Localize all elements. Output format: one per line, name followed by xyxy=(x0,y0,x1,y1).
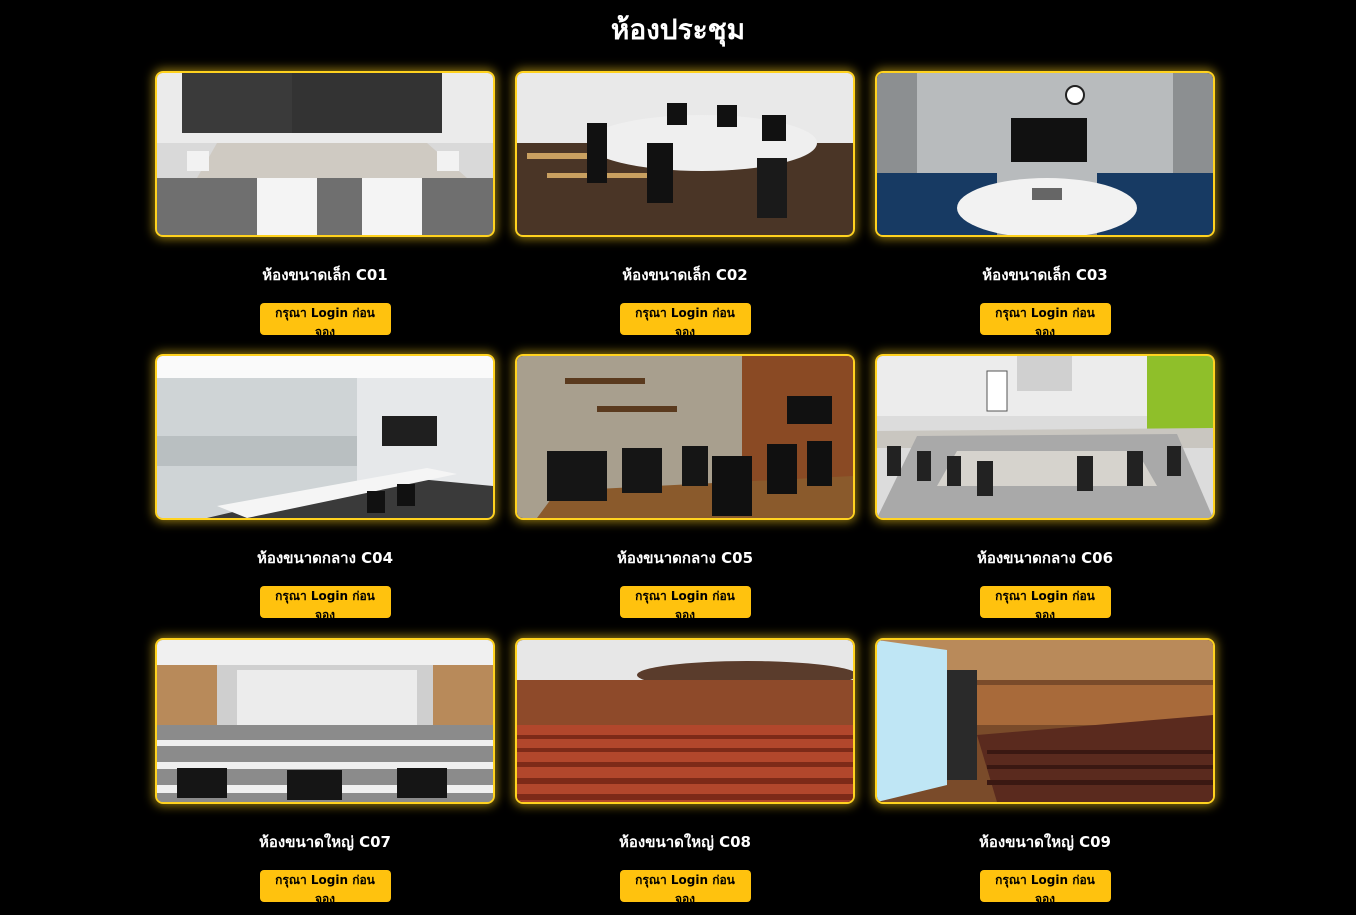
page-title: ห้องประชุม xyxy=(610,13,746,46)
room-card: ห้องขนาดใหญ่ C09 กรุณา Login ก่อนจอง xyxy=(875,638,1215,906)
room-name: ห้องขนาดเล็ก C02 xyxy=(622,266,748,284)
room-name: ห้องขนาดกลาง C05 xyxy=(616,549,754,567)
room-photo xyxy=(875,354,1215,520)
room-name: ห้องขนาดใหญ่ C08 xyxy=(619,833,751,851)
room-photo xyxy=(875,638,1215,804)
room-photo xyxy=(875,71,1215,237)
room-photo xyxy=(155,354,495,520)
login-to-book-button[interactable]: กรุณา Login ก่อนจอง xyxy=(979,586,1111,622)
room-photo xyxy=(515,638,855,804)
room-photo xyxy=(155,71,495,237)
room-card: ห้องขนาดกลาง C04 กรุณา Login ก่อนจอง xyxy=(155,354,495,622)
login-to-book-button[interactable]: กรุณา Login ก่อนจอง xyxy=(619,586,751,622)
room-card: ห้องขนาดใหญ่ C07 กรุณา Login ก่อนจอง xyxy=(155,638,495,906)
login-to-book-button[interactable]: กรุณา Login ก่อนจอง xyxy=(619,870,751,906)
room-photo xyxy=(515,71,855,237)
login-to-book-button[interactable]: กรุณา Login ก่อนจอง xyxy=(619,303,751,339)
room-name: ห้องขนาดกลาง C06 xyxy=(976,549,1114,567)
login-to-book-button[interactable]: กรุณา Login ก่อนจอง xyxy=(979,870,1111,906)
room-name: ห้องขนาดใหญ่ C07 xyxy=(259,833,391,851)
room-photo xyxy=(155,638,495,804)
room-photo xyxy=(515,354,855,520)
room-card: ห้องขนาดเล็ก C01 กรุณา Login ก่อนจอง xyxy=(155,71,495,339)
login-to-book-button[interactable]: กรุณา Login ก่อนจอง xyxy=(979,303,1111,339)
room-name: ห้องขนาดเล็ก C03 xyxy=(982,266,1108,284)
room-card: ห้องขนาดกลาง C06 กรุณา Login ก่อนจอง xyxy=(875,354,1215,622)
room-card: ห้องขนาดกลาง C05 กรุณา Login ก่อนจอง xyxy=(515,354,855,622)
room-card: ห้องขนาดเล็ก C03 กรุณา Login ก่อนจอง xyxy=(875,71,1215,339)
login-to-book-button[interactable]: กรุณา Login ก่อนจอง xyxy=(259,870,391,906)
room-card: ห้องขนาดเล็ก C02 กรุณา Login ก่อนจอง xyxy=(515,71,855,339)
room-card: ห้องขนาดใหญ่ C08 กรุณา Login ก่อนจอง xyxy=(515,638,855,906)
room-name: ห้องขนาดเล็ก C01 xyxy=(262,266,388,284)
login-to-book-button[interactable]: กรุณา Login ก่อนจอง xyxy=(259,303,391,339)
room-name: ห้องขนาดกลาง C04 xyxy=(256,549,394,567)
login-to-book-button[interactable]: กรุณา Login ก่อนจอง xyxy=(259,586,391,622)
room-name: ห้องขนาดใหญ่ C09 xyxy=(979,833,1111,851)
